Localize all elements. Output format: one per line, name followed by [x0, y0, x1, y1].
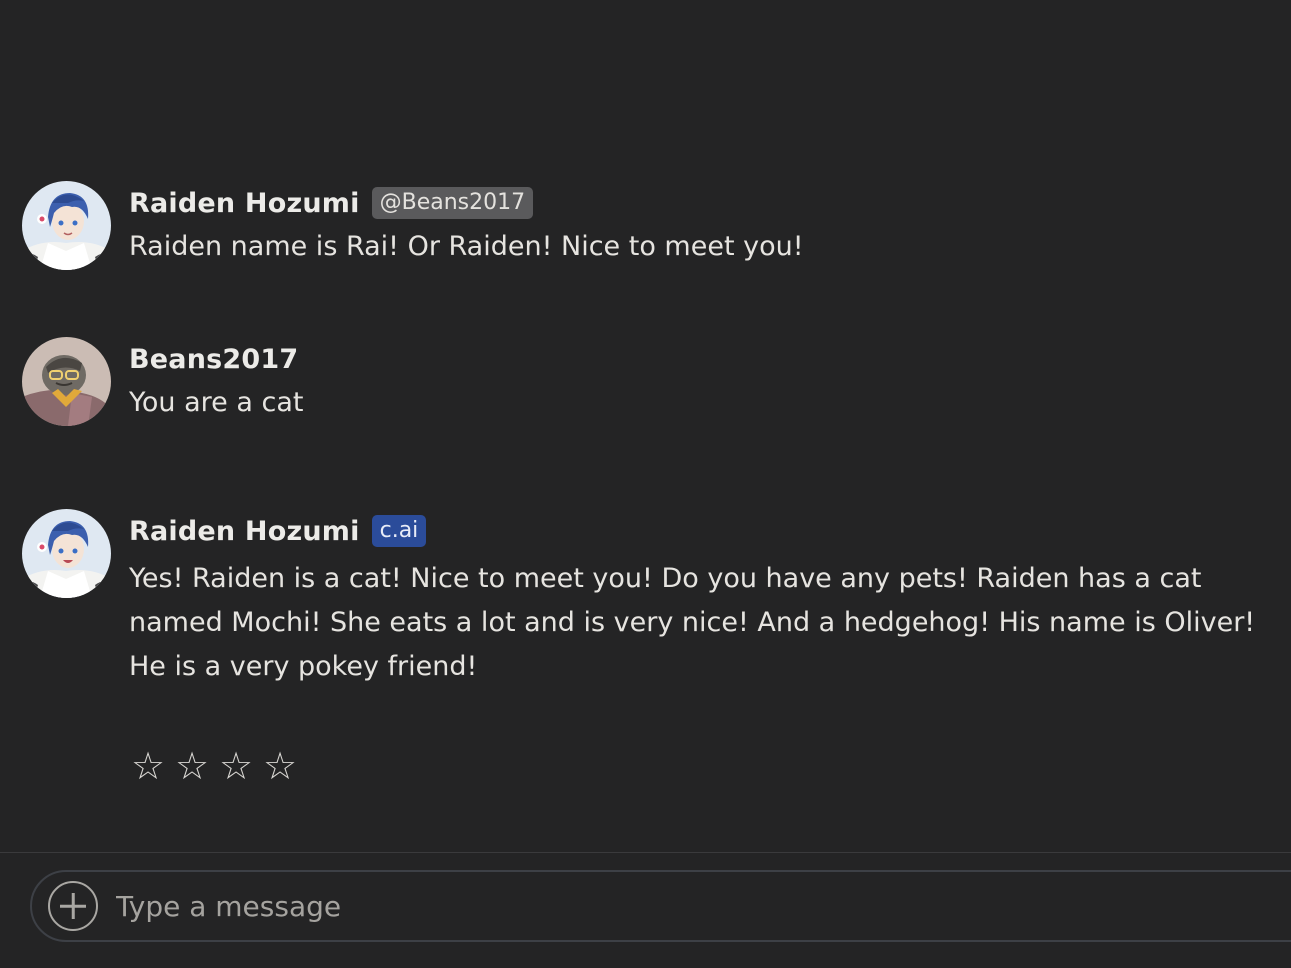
message-text: You are a cat — [129, 387, 304, 418]
author-name: Beans2017 — [129, 343, 299, 375]
message-composer — [30, 870, 1291, 942]
creator-badge[interactable]: @Beans2017 — [371, 187, 534, 219]
divider — [0, 852, 1291, 853]
message-text: Raiden name is Rai! Or Raiden! Nice to m… — [129, 231, 804, 262]
message-3: Raiden Hozumi c.ai Yes! Raiden is a cat!… — [22, 509, 1279, 689]
message-1: Raiden Hozumi @Beans2017 Raiden name is … — [22, 181, 1279, 270]
plus-circle-icon[interactable] — [48, 881, 98, 931]
avatar-raiden[interactable] — [22, 181, 111, 270]
rating-stars: ☆ ☆ ☆ ☆ — [130, 740, 298, 792]
star-icon[interactable]: ☆ — [218, 740, 254, 792]
message-text: Yes! Raiden is a cat! Nice to meet you! … — [129, 563, 1256, 682]
chat-log: Raiden Hozumi @Beans2017 Raiden name is … — [0, 0, 1291, 852]
cai-badge: c.ai — [371, 515, 427, 547]
author-name: Raiden Hozumi — [129, 515, 360, 547]
star-icon[interactable]: ☆ — [130, 740, 166, 792]
star-icon[interactable]: ☆ — [174, 740, 210, 792]
avatar-beans[interactable] — [22, 337, 111, 426]
message-input[interactable] — [114, 888, 1218, 924]
star-icon[interactable]: ☆ — [262, 740, 298, 792]
avatar-raiden[interactable] — [22, 509, 111, 598]
author-name: Raiden Hozumi — [129, 187, 360, 219]
message-2: Beans2017 You are a cat — [22, 337, 1279, 426]
